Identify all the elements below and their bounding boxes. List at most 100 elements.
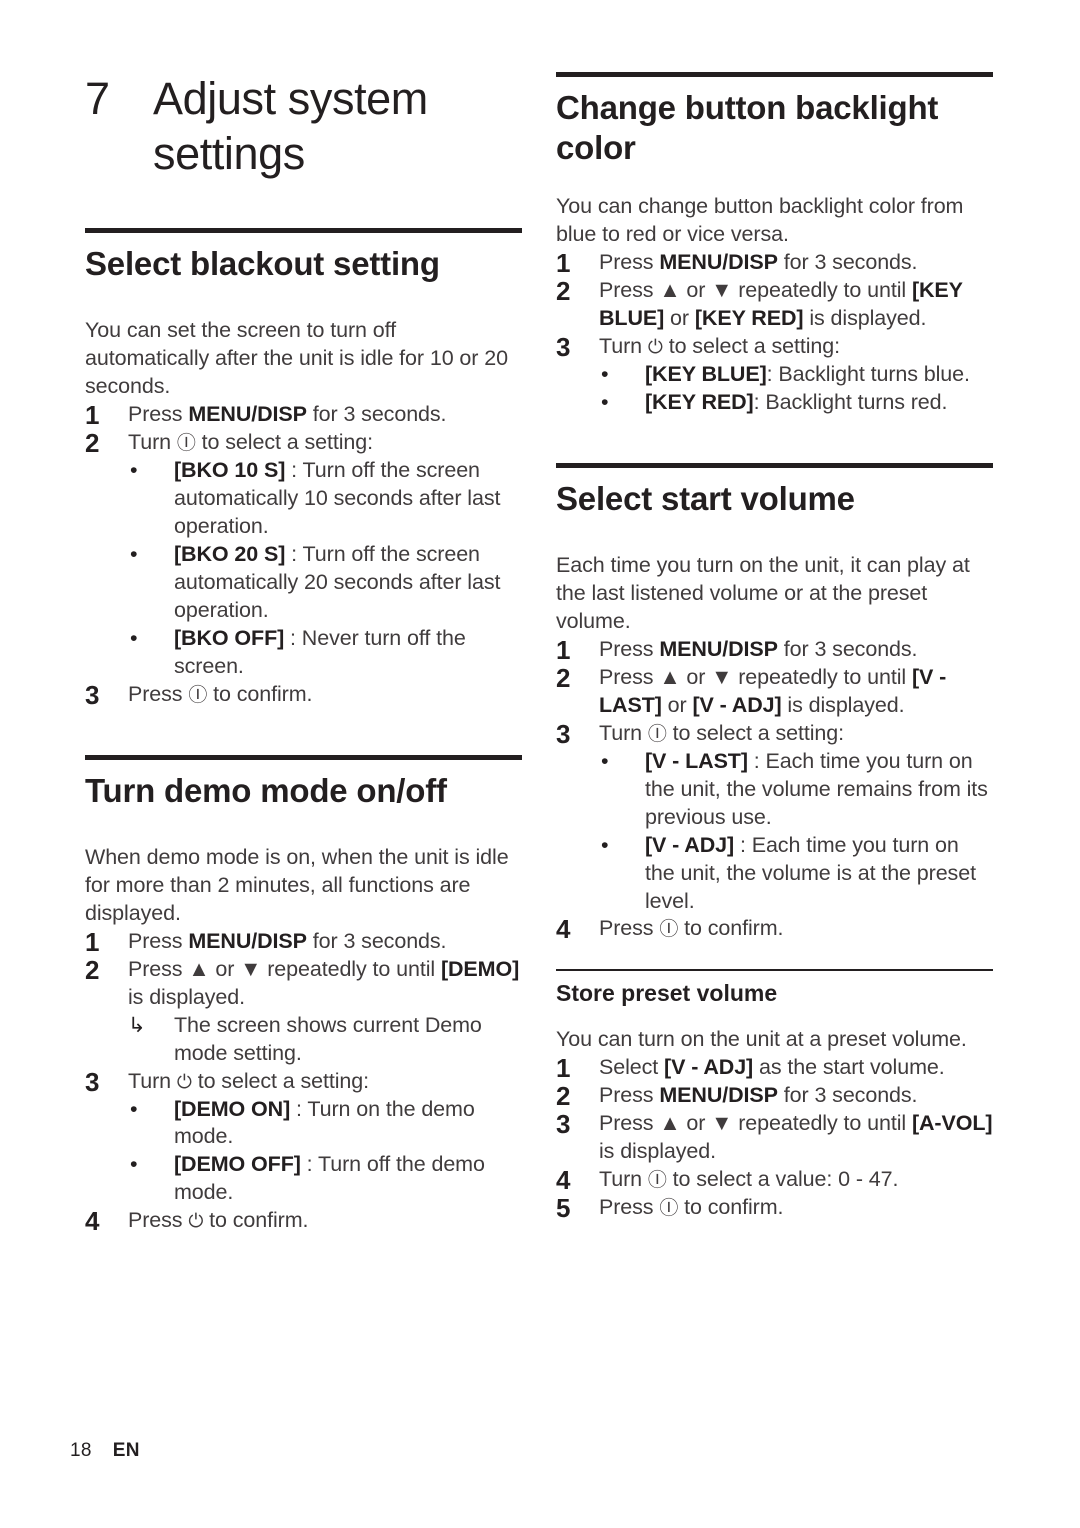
bullet-dot: • (130, 1152, 138, 1177)
step-number: 2 (85, 954, 100, 985)
step-item: 3 Press Ⓘ to confirm. (85, 679, 522, 710)
section-heading: Turn demo mode on/off (85, 771, 447, 809)
bullet-item: • [BKO OFF] : Never turn off the screen. (128, 625, 522, 681)
bullet-bold: [BKO OFF] (174, 625, 285, 650)
step-text: Press ⏻ to confirm. (128, 1207, 522, 1235)
step-bold2: [V - ADJ] (692, 692, 782, 717)
knob-icon: Ⓘ (647, 1168, 667, 1191)
step-post: for 3 seconds. (777, 1082, 918, 1107)
step-post: is displayed. (803, 305, 927, 330)
bullet-list: • [BKO 10 S] : Turn off the screen autom… (128, 457, 522, 681)
step-text: Turn ⏻ to select a setting: (128, 1068, 522, 1096)
bullet-dot: • (601, 832, 609, 857)
step-result: ↳ The screen shows current Demo mode set… (128, 1012, 522, 1068)
step-list: 1 Press MENU/DISP for 3 seconds. 2 Press… (556, 635, 993, 944)
step-number: 3 (556, 718, 571, 749)
bullet-dot: • (130, 458, 138, 483)
section-heading: Select blackout setting (85, 244, 440, 282)
bullet-bold: [BKO 20 S] (174, 541, 286, 566)
section-intro: You can change button backlight color fr… (556, 194, 964, 247)
section-select-blackout-setting: Select blackout setting You can set the … (85, 227, 522, 710)
step-text: Press ▲ or ▼ repeatedly to until [A-VOL]… (599, 1110, 993, 1166)
step-post: to select a setting: (191, 1068, 369, 1093)
step-post: to confirm. (203, 1208, 309, 1233)
page-footer: 18 EN (70, 1440, 140, 1462)
step-pre: Press (128, 402, 189, 427)
bullet-item: • [BKO 10 S] : Turn off the screen autom… (128, 457, 522, 541)
step-item: 2 Press ▲ or ▼ repeatedly to until [V - … (556, 663, 993, 720)
step-text: Turn Ⓘ to select a setting: (128, 429, 522, 457)
step-bold: [DEMO] (440, 956, 520, 981)
bullet-bold: [KEY BLUE] (645, 361, 767, 386)
step-item: 2 Turn Ⓘ to select a setting: • [BKO 10 … (85, 428, 522, 681)
step-pre: Press (128, 1208, 189, 1233)
bullet-bold: [V - ADJ] (645, 832, 735, 857)
step-bold2: [KEY RED] (694, 305, 804, 330)
step-item: 5 Press Ⓘ to confirm. (556, 1193, 993, 1223)
bullet-item: • [BKO 20 S] : Turn off the screen autom… (128, 541, 522, 625)
bullet-text: : Backlight turns red. (753, 389, 948, 414)
subsection-intro: You can turn on the unit at a preset vol… (556, 1027, 967, 1051)
bullet-list: • [DEMO ON] : Turn on the demo mode. • [… (128, 1096, 522, 1208)
right-column: Change button backlight color You can ch… (556, 0, 993, 1223)
section-intro: Each time you turn on the unit, it can p… (556, 553, 970, 634)
step-post: is displayed. (781, 692, 905, 717)
step-pre: Turn (599, 333, 648, 358)
step-pre: Press ▲ or ▼ repeatedly to until (599, 278, 912, 302)
step-number: 3 (556, 331, 571, 362)
power-icon: ⏻ (176, 1070, 192, 1093)
step-item: 1 Press MENU/DISP for 3 seconds. (556, 635, 993, 665)
bullet-dot: • (601, 361, 609, 386)
step-post: for 3 seconds. (306, 402, 447, 427)
knob-icon: Ⓘ (659, 1196, 679, 1219)
section-select-start-volume: Select start volume Each time you turn o… (556, 462, 993, 1223)
step-text: Press ▲ or ▼ repeatedly to until [KEY BL… (599, 277, 993, 333)
step-post: to select a setting: (195, 430, 373, 455)
subsection-store-preset-volume: Store preset volume You can turn on the … (556, 969, 993, 1223)
bullet-item: • [DEMO OFF] : Turn off the demo mode. (128, 1151, 522, 1207)
step-number: 2 (85, 428, 100, 459)
step-item: 2 Press ▲ or ▼ repeatedly to until [DEMO… (85, 954, 522, 1068)
knob-icon: Ⓘ (647, 722, 667, 745)
step-text: Turn Ⓘ to select a setting: (599, 720, 993, 748)
knob-icon: Ⓘ (176, 432, 196, 455)
bullet-dot: • (130, 541, 138, 566)
knob-icon: Ⓘ (659, 918, 679, 941)
chapter-number: 7 (85, 73, 110, 124)
bullet-bold: [DEMO OFF] (174, 1152, 301, 1177)
section-rule (85, 754, 522, 760)
left-column: 7 Adjust system settings Select blackout… (85, 0, 522, 1237)
step-item: 2 Press MENU/DISP for 3 seconds. (556, 1081, 993, 1111)
bullet-bold: [KEY RED] (645, 389, 754, 414)
section-heading: Select start volume (556, 479, 855, 517)
section-rule (556, 462, 993, 468)
step-mid: or (661, 692, 693, 717)
step-post: to select a setting: (662, 333, 840, 358)
bullet-dot: • (601, 748, 609, 773)
bullet-item: • [KEY BLUE]: Backlight turns blue. (599, 361, 993, 389)
bullet-item: • [KEY RED]: Backlight turns red. (599, 389, 993, 417)
step-item: 3 Press ▲ or ▼ repeatedly to until [A-VO… (556, 1108, 993, 1166)
result-text: The screen shows current Demo mode setti… (174, 1012, 482, 1065)
bullet-dot: • (130, 1096, 138, 1121)
step-number: 3 (556, 1108, 571, 1139)
step-number: 3 (85, 679, 100, 710)
step-item: 1 Press MENU/DISP for 3 seconds. (85, 927, 522, 957)
step-pre: Press (599, 250, 660, 275)
step-text: Press Ⓘ to confirm. (599, 915, 993, 943)
section-rule (85, 227, 522, 233)
step-text: Press Ⓘ to confirm. (599, 1194, 993, 1222)
section-intro: You can set the screen to turn off autom… (85, 318, 508, 399)
step-number: 3 (85, 1066, 100, 1097)
step-post: is displayed. (128, 984, 246, 1009)
step-pre: Press ▲ or ▼ repeatedly to until (599, 665, 912, 690)
bullet-item: • [V - ADJ] : Each time you turn on the … (599, 832, 993, 916)
step-number: 4 (85, 1206, 100, 1237)
step-number: 2 (556, 276, 571, 306)
step-text: Press Ⓘ to confirm. (128, 681, 522, 709)
step-post: to select a setting: (666, 720, 844, 745)
step-bold: MENU/DISP (659, 250, 778, 275)
step-bold: [V - ADJ] (664, 1054, 754, 1079)
step-post: for 3 seconds. (777, 250, 918, 275)
step-item: 3 Turn ⏻ to select a setting: • [KEY BLU… (556, 331, 993, 417)
